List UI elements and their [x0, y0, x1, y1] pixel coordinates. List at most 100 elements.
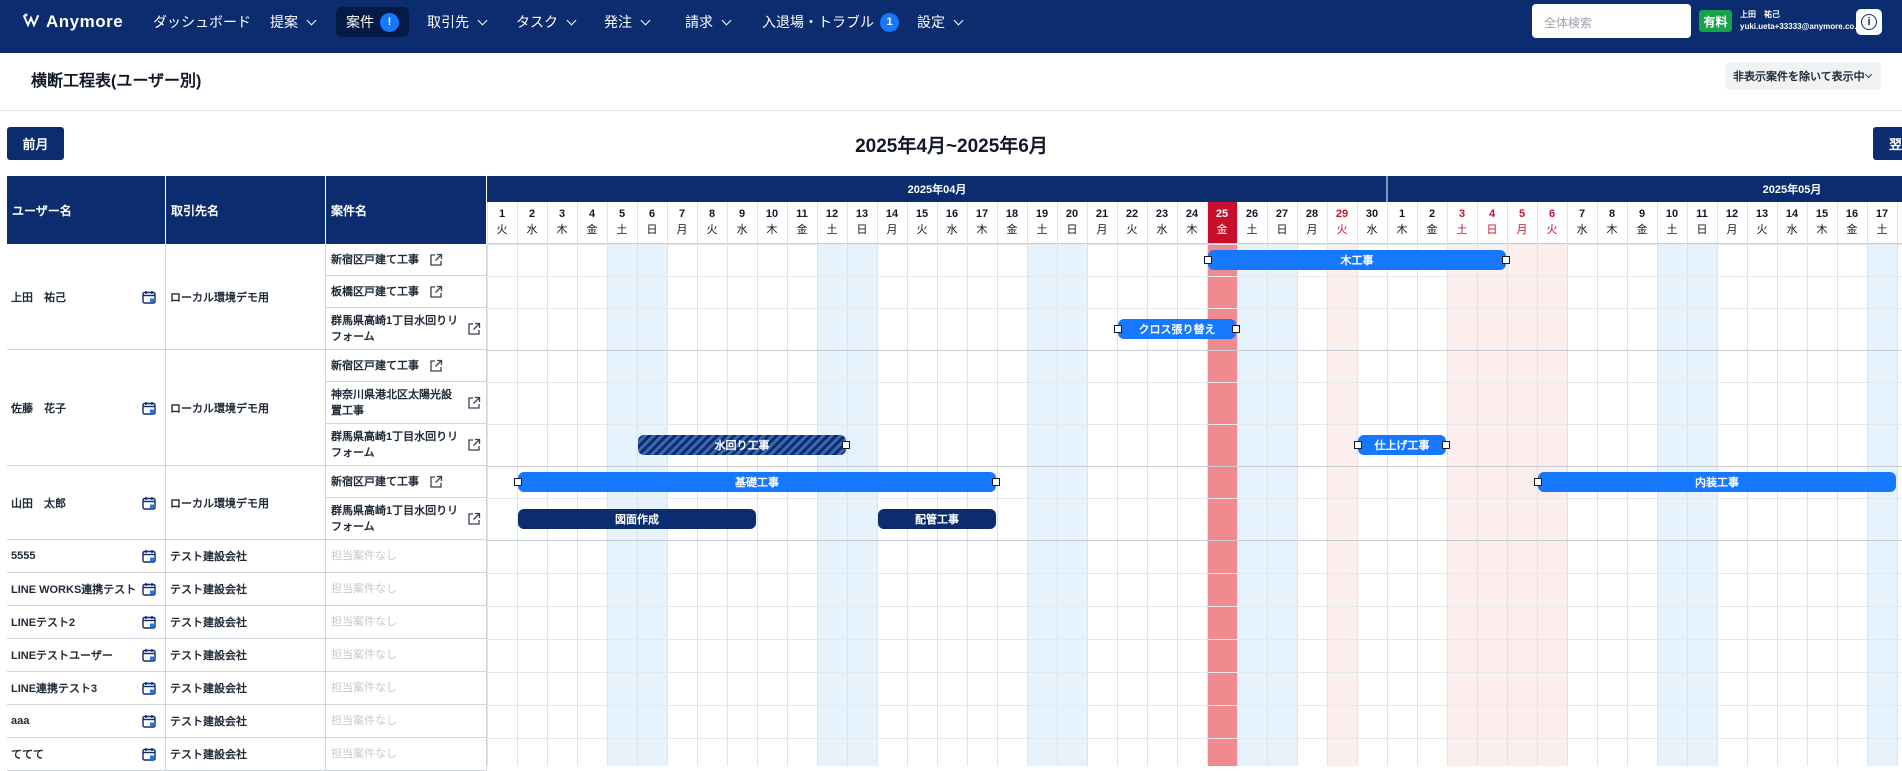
calendar-icon[interactable]	[142, 681, 156, 695]
user-email: yuki.ueta+33333@anymore.co.jp	[1740, 22, 1864, 31]
project-name: 群馬県高崎1丁目水回りリフォーム	[331, 504, 459, 533]
resize-handle[interactable]	[1502, 256, 1510, 264]
nav-tasks-label: タスク	[516, 14, 558, 30]
month-header-bg	[487, 176, 1902, 202]
resize-handle[interactable]	[1114, 325, 1122, 333]
resize-handle[interactable]	[1204, 256, 1212, 264]
logo-text: Anymore	[46, 12, 124, 31]
nav-tasks[interactable]: タスク	[506, 7, 585, 37]
resize-handle[interactable]	[992, 478, 1000, 486]
day-number: 4	[1489, 208, 1496, 220]
project-cell[interactable]: 群馬県高崎1丁目水回りリフォーム	[326, 424, 487, 466]
task-bar-label: 基礎工事	[734, 475, 779, 489]
project-cell[interactable]: 新宿区戸建て工事	[326, 350, 487, 382]
day-weekday: 火	[707, 224, 718, 236]
day-weekday: 火	[1757, 224, 1768, 236]
nav-entry-trouble[interactable]: 入退場・トラブル 1	[752, 7, 909, 37]
nav-projects[interactable]: 案件!	[336, 7, 409, 37]
user-name: aaa	[11, 715, 30, 727]
nav-clients[interactable]: 取引先	[417, 7, 496, 37]
day-weekday: 木	[1187, 223, 1198, 236]
nav-dashboard[interactable]: ダッシュボード	[143, 7, 261, 37]
external-link-icon[interactable]	[429, 285, 443, 299]
gantt-svg: 2025年04月 2025年05月 1 火 2 水 3 木 4 金 5 土 6 日 7 月 8 火 9 水 10 木 11 金…	[487, 176, 1902, 766]
resize-handle[interactable]	[1534, 478, 1542, 486]
prev-month-button[interactable]: 前月	[7, 127, 64, 160]
user-menu[interactable]: 上田 祐己 yuki.ueta+33333@anymore.co.jp	[1740, 9, 1864, 33]
resize-handle[interactable]	[1232, 325, 1240, 333]
user-cell: LINEテストユーザー	[7, 639, 166, 672]
project-cell-empty: 担当案件なし	[326, 705, 487, 738]
month-label: 2025年04月	[908, 182, 967, 196]
nav-clients-label: 取引先	[427, 14, 469, 30]
day-column-bg	[1237, 244, 1267, 766]
visibility-filter-select[interactable]: 非表示案件を除いて表示中	[1725, 62, 1881, 90]
external-link-icon[interactable]	[467, 396, 481, 410]
day-weekday: 土	[1877, 223, 1888, 236]
logo[interactable]: Anymore	[22, 10, 123, 34]
day-number: 29	[1336, 208, 1348, 220]
calendar-icon[interactable]	[142, 615, 156, 629]
nav-proposals-label: 提案	[270, 14, 298, 30]
day-number: 1	[499, 208, 505, 220]
day-number: 23	[1156, 208, 1168, 220]
day-weekday: 水	[1787, 223, 1798, 236]
nav-invoices[interactable]: 請求	[675, 7, 740, 37]
help-button[interactable]: i	[1856, 9, 1882, 35]
plan-badge: 有料	[1699, 10, 1732, 32]
resize-handle[interactable]	[1442, 441, 1450, 449]
calendar-icon[interactable]	[142, 549, 156, 563]
day-number: 30	[1366, 208, 1378, 220]
global-search-input[interactable]: 全体検索	[1532, 4, 1691, 38]
project-cell[interactable]: 新宿区戸建て工事	[326, 466, 487, 498]
info-icon: i	[1861, 14, 1877, 30]
project-cell[interactable]: 板橋区戸建て工事	[326, 276, 487, 308]
day-weekday: 日	[857, 224, 868, 236]
day-number: 9	[1639, 208, 1645, 220]
project-name: 新宿区戸建て工事	[331, 253, 419, 266]
external-link-icon[interactable]	[429, 475, 443, 489]
day-number: 2	[1429, 208, 1435, 220]
day-weekday: 金	[587, 222, 598, 236]
next-month-button[interactable]: 翌月	[1873, 127, 1902, 160]
resize-handle[interactable]	[842, 441, 850, 449]
day-number: 10	[1666, 208, 1678, 220]
calendar-icon[interactable]	[142, 496, 156, 510]
external-link-icon[interactable]	[467, 512, 481, 526]
client-cell: テスト建設会社	[166, 606, 326, 639]
notification-badge: 1	[880, 12, 899, 32]
resize-handle[interactable]	[1354, 441, 1362, 449]
project-name: 群馬県高崎1丁目水回りリフォーム	[331, 430, 459, 459]
nav-proposals[interactable]: 提案	[260, 7, 325, 37]
calendar-icon[interactable]	[142, 747, 156, 761]
day-number: 12	[826, 208, 838, 220]
project-cell[interactable]: 神奈川県港北区太陽光設置工事	[326, 382, 487, 424]
calendar-icon[interactable]	[142, 401, 156, 415]
project-name: 新宿区戸建て工事	[331, 359, 419, 372]
external-link-icon[interactable]	[429, 359, 443, 373]
calendar-icon[interactable]	[142, 714, 156, 728]
anymore-logo-icon	[23, 13, 39, 28]
day-weekday: 水	[1157, 223, 1168, 236]
chevron-down-icon	[1864, 70, 1873, 79]
project-cell[interactable]: 新宿区戸建て工事	[326, 244, 487, 276]
day-number: 8	[709, 208, 715, 220]
calendar-icon[interactable]	[142, 648, 156, 662]
nav-orders[interactable]: 発注	[594, 7, 659, 37]
day-number: 12	[1726, 208, 1738, 220]
day-weekday: 火	[1127, 224, 1138, 236]
calendar-icon[interactable]	[142, 290, 156, 304]
day-column-bg	[1447, 244, 1477, 766]
project-cell[interactable]: 群馬県高崎1丁目水回りリフォーム	[326, 308, 487, 350]
resize-handle[interactable]	[514, 478, 522, 486]
client-cell: テスト建設会社	[166, 705, 326, 738]
project-cell[interactable]: 群馬県高崎1丁目水回りリフォーム	[326, 498, 487, 540]
calendar-icon[interactable]	[142, 582, 156, 596]
external-link-icon[interactable]	[467, 438, 481, 452]
chevron-down-icon	[953, 15, 964, 25]
external-link-icon[interactable]	[467, 322, 481, 336]
day-number: 27	[1276, 208, 1288, 220]
external-link-icon[interactable]	[429, 253, 443, 267]
nav-settings[interactable]: 設定	[907, 7, 972, 37]
client-cell: テスト建設会社	[166, 738, 326, 771]
